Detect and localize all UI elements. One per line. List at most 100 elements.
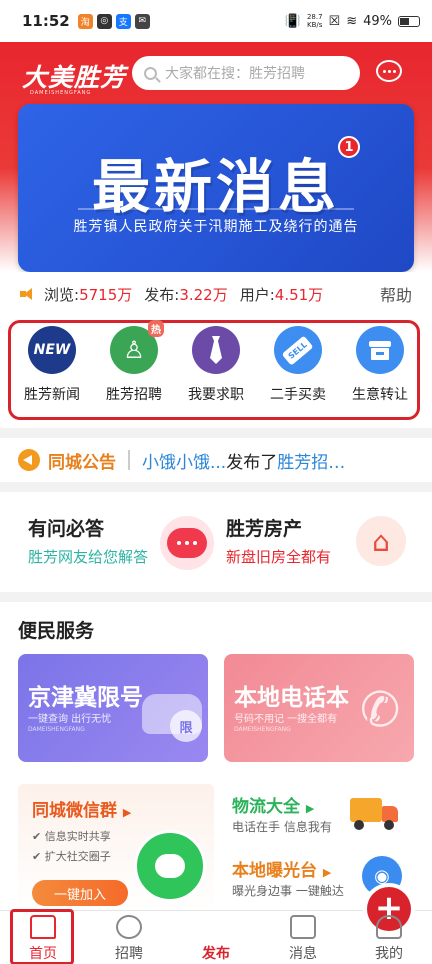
status-right: 📳 28.7 KB/s ☒ ≋ 49%	[285, 13, 420, 29]
person-add-icon: ♙ 热	[110, 320, 164, 374]
network-speed: 28.7 KB/s	[306, 13, 323, 29]
services-section: 便民服务 京津冀限号 一键查询 出行无忧 DAMEISHENGFANG 限 本地…	[0, 602, 432, 912]
battery-percent: 49%	[363, 13, 392, 29]
shop-icon	[356, 326, 404, 374]
nav-label: 消息	[289, 946, 317, 962]
category-label: 胜芳招聘	[106, 387, 162, 403]
category-job-seeking[interactable]: 我要求职	[176, 326, 256, 404]
news-banner[interactable]: 最新消息 1 胜芳镇人民政府关于汛期施工及绕行的通告	[18, 104, 414, 272]
status-time: 11:52	[22, 12, 70, 30]
mail-icon: ✉	[134, 13, 150, 29]
wechat-icon[interactable]	[134, 830, 206, 902]
services-title: 便民服务	[18, 620, 95, 642]
exposure-title: 本地曝光台 ▶	[232, 861, 332, 881]
highlight-outline	[10, 909, 74, 964]
nav-mine[interactable]: 我的	[346, 911, 432, 964]
card-title: 本地电话本	[234, 685, 349, 711]
category-grid: NEW 胜芳新闻 ♙ 热 胜芳招聘 我要求职 SELL 二手买卖 生意转让	[0, 316, 432, 428]
grid-icon	[116, 915, 142, 939]
posts-value: 3.22万	[179, 285, 228, 304]
nav-label: 发布	[202, 946, 230, 962]
logo-subtitle: DAMEISHENGFANG	[30, 90, 92, 96]
views-value: 5715万	[79, 285, 133, 304]
sell-tag-icon: SELL	[274, 326, 322, 374]
notice-title: 同城公告	[48, 452, 116, 473]
users-label: 用户:	[239, 285, 275, 304]
nav-publish[interactable]: + 发布	[173, 887, 411, 964]
bottom-nav: 首页 招聘 + 发布 消息 我的	[0, 887, 432, 964]
sell-tag-label: SELL	[281, 334, 315, 366]
notice-action: 发布了	[226, 452, 278, 473]
phonebook-card[interactable]: 本地电话本 号码不用记 一搜全都有 DAMEISHENGFANG ✆	[224, 654, 414, 762]
logistics-card[interactable]: 物流大全 ▶ 电话在手 信息我有	[226, 788, 416, 846]
wechat-group-title: 同城微信群 ▶	[32, 801, 132, 821]
chat-bubble-icon	[160, 516, 214, 570]
house-hand-icon: ⌂	[356, 516, 406, 566]
category-label: 生意转让	[352, 387, 408, 403]
wifi-icon: ≋	[346, 13, 358, 29]
help-link[interactable]: 帮助	[380, 282, 412, 306]
posts-label: 发布:	[144, 285, 180, 304]
qa-section: 有问必答 胜芳网友给您解答 胜芳房产 新盘旧房全都有 ⌂	[0, 492, 432, 592]
real-estate-title: 胜芳房产	[226, 518, 303, 540]
banner-badge: 1	[338, 136, 360, 158]
notice-target: 胜芳招…	[277, 452, 346, 473]
qa-title: 有问必答	[28, 518, 105, 540]
real-estate-subtitle: 新盘旧房全都有	[226, 548, 332, 566]
status-bar: 11:52 淘 ◎ 支 ✉ 📳 28.7 KB/s ☒ ≋ 49%	[0, 0, 432, 42]
notice-user: 小饿小饿...	[142, 452, 227, 473]
join-button[interactable]: 一键加入	[32, 880, 128, 906]
search-icon	[144, 66, 157, 80]
category-label: 二手买卖	[270, 387, 326, 403]
exposure-subtitle: 曝光身边事 一键触达	[232, 884, 344, 898]
truck-icon	[350, 794, 400, 830]
tie-icon	[192, 326, 240, 374]
nav-label: 招聘	[115, 946, 143, 962]
vibrate-icon: 📳	[284, 13, 301, 29]
category-business-transfer[interactable]: 生意转让	[340, 326, 420, 404]
wechat-item: ✔ 信息实时共享	[32, 830, 111, 843]
search-bar[interactable]: 大家都在搜：胜芳招聘	[132, 56, 360, 90]
chat-icon[interactable]	[376, 60, 402, 82]
hot-badge: 热	[148, 320, 164, 337]
category-label: 胜芳新闻	[24, 387, 80, 403]
app-notification-icon: 淘	[77, 13, 93, 29]
nav-label: 我的	[375, 946, 403, 962]
category-news[interactable]: NEW 胜芳新闻	[12, 326, 92, 404]
arrow-right-icon: ▶	[305, 802, 315, 815]
category-jobs[interactable]: ♙ 热 胜芳招聘	[94, 320, 174, 404]
wechat-item: ✔ 扩大社交圈子	[32, 850, 111, 863]
logistics-title: 物流大全 ▶	[232, 797, 315, 817]
phone-icon: ✆	[360, 682, 401, 738]
app-notification-icon: ◎	[96, 13, 112, 29]
header: 大美胜芳 DAMEISHENGFANG 大家都在搜：胜芳招聘 最新消息 1 胜芳…	[0, 42, 432, 272]
card-subtitle: 号码不用记 一搜全都有	[234, 714, 338, 725]
nav-messages[interactable]: 消息	[260, 911, 346, 964]
nav-jobs[interactable]: 招聘	[86, 911, 172, 964]
divider	[128, 450, 130, 470]
speaker-icon	[20, 288, 38, 300]
banner-subtitle: 胜芳镇人民政府关于汛期施工及绕行的通告	[73, 219, 359, 235]
logistics-subtitle: 电话在手 信息我有	[232, 820, 332, 834]
user-icon	[376, 915, 402, 939]
category-secondhand[interactable]: SELL 二手买卖	[258, 326, 338, 404]
card-tiny: DAMEISHENGFANG	[234, 726, 291, 733]
city-notice[interactable]: 同城公告 小饿小饿... 发布了 胜芳招…	[0, 438, 432, 482]
restriction-tag: 限	[170, 710, 202, 742]
card-subtitle: 一键查询 出行无忧	[28, 714, 112, 725]
views-label: 浏览:	[44, 285, 80, 304]
battery-icon	[398, 15, 420, 27]
arrow-right-icon: ▶	[122, 806, 132, 819]
traffic-restriction-card[interactable]: 京津冀限号 一键查询 出行无忧 DAMEISHENGFANG 限	[18, 654, 208, 762]
alipay-icon: 支	[115, 13, 131, 29]
users-value: 4.51万	[274, 285, 324, 304]
qa-subtitle: 胜芳网友给您解答	[28, 548, 149, 566]
search-placeholder: 大家都在搜：胜芳招聘	[165, 66, 305, 82]
category-label: 我要求职	[188, 387, 244, 403]
card-title: 京津冀限号	[28, 685, 143, 711]
stats-bar: 浏览: 5715万 发布: 3.22万 用户: 4.51万 帮助	[0, 272, 432, 316]
new-icon: NEW	[28, 326, 76, 374]
arrow-right-icon: ▶	[322, 866, 332, 879]
card-tiny: DAMEISHENGFANG	[28, 726, 85, 733]
app-logo: 大美胜芳	[22, 63, 127, 92]
